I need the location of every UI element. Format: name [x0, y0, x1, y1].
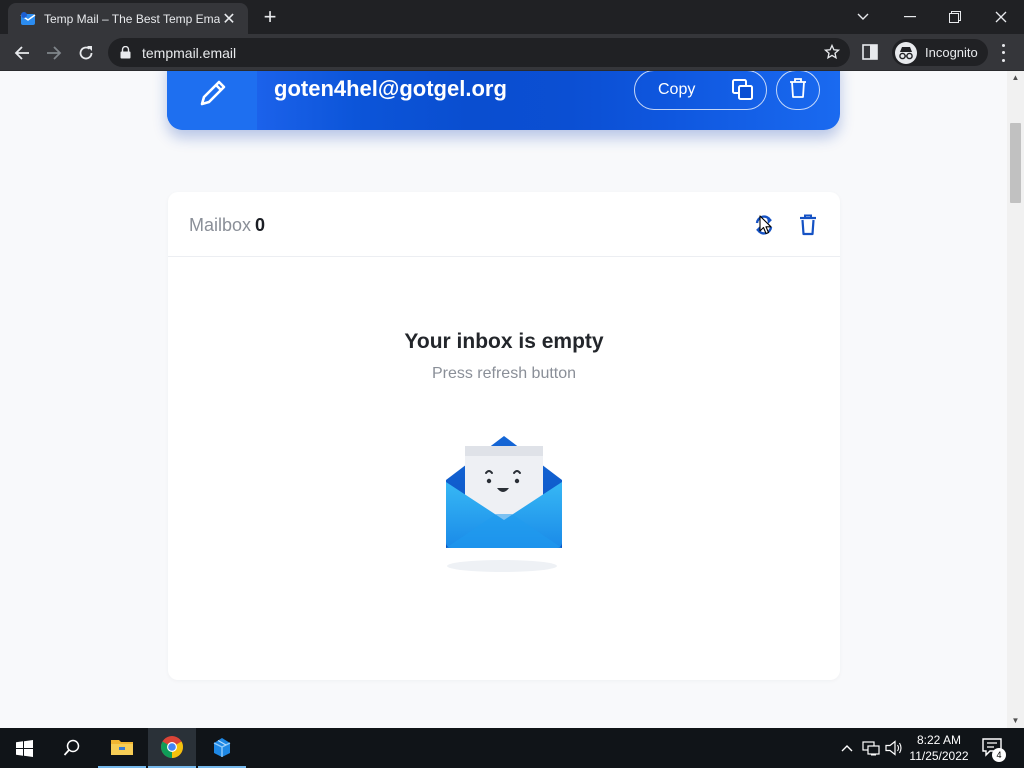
browser-tab-bar: Temp Mail – The Best Temp Email ✕ + [0, 0, 1024, 34]
page-viewport: goten4hel@gotgel.org Copy Mailbox 0 Your… [0, 71, 1007, 728]
tempmail-favicon-icon [20, 11, 36, 27]
mailbox-title: Mailbox 0 [189, 215, 265, 236]
delete-email-button[interactable] [776, 71, 820, 110]
network-icon[interactable] [860, 728, 882, 768]
browser-menu-icon[interactable] [994, 42, 1012, 64]
reload-icon[interactable] [72, 39, 100, 67]
bookmark-star-icon[interactable] [823, 43, 841, 65]
mouse-cursor-icon [759, 215, 773, 235]
edit-pencil-icon[interactable] [195, 75, 231, 111]
mailbox-header: Mailbox 0 [168, 192, 840, 257]
restore-icon[interactable] [932, 0, 978, 34]
empty-inbox-subtitle: Press refresh button [431, 365, 577, 382]
delete-all-trash-icon[interactable] [798, 214, 818, 236]
copy-button-label: Copy [658, 81, 696, 98]
incognito-indicator[interactable]: Incognito [892, 39, 988, 66]
file-explorer-icon[interactable] [98, 728, 146, 768]
email-address-bar: goten4hel@gotgel.org Copy [167, 71, 840, 130]
chrome-taskbar-icon[interactable] [148, 728, 196, 768]
close-window-icon[interactable] [978, 0, 1024, 34]
app-taskbar-icon[interactable] [198, 728, 246, 768]
forward-arrow-icon[interactable] [40, 39, 68, 67]
clock-time: 8:22 AM [916, 733, 962, 747]
mailbox-label: Mailbox [189, 215, 252, 235]
empty-envelope-illustration-icon [436, 428, 572, 578]
mailbox-panel: Mailbox 0 Your inbox is empty Press refr… [168, 192, 840, 680]
incognito-icon [895, 41, 917, 64]
scrollbar-thumb[interactable] [1010, 123, 1021, 203]
temp-email-address[interactable]: goten4hel@gotgel.org [274, 76, 507, 102]
scroll-up-arrow-icon[interactable]: ▲ [1007, 71, 1024, 85]
browser-toolbar: tempmail.email Incognito [0, 34, 1024, 71]
side-panel-icon[interactable] [862, 44, 880, 62]
copy-button[interactable]: Copy [634, 71, 767, 110]
notification-count-badge: 4 [992, 748, 1006, 762]
incognito-label: Incognito [925, 45, 978, 60]
page-scrollbar[interactable]: ▲ ▼ [1007, 71, 1024, 728]
search-icon[interactable] [48, 728, 96, 768]
back-arrow-icon[interactable] [8, 39, 36, 67]
url-text: tempmail.email [142, 44, 237, 61]
browser-tab[interactable]: Temp Mail – The Best Temp Email ✕ [8, 3, 248, 34]
lock-icon[interactable] [120, 46, 132, 60]
mailbox-count: 0 [255, 215, 266, 235]
minimize-icon[interactable] [887, 0, 933, 34]
tab-title: Temp Mail – The Best Temp Email [44, 11, 220, 26]
copy-icon [731, 78, 755, 102]
new-tab-icon[interactable]: + [258, 6, 282, 30]
empty-inbox-title: Your inbox is empty [404, 330, 604, 353]
tab-close-icon[interactable]: ✕ [220, 9, 238, 29]
scroll-down-arrow-icon[interactable]: ▼ [1007, 714, 1024, 728]
clock-date: 11/25/2022 [909, 749, 969, 763]
taskbar-clock[interactable]: 8:22 AM 11/25/2022 [905, 732, 973, 764]
windows-start-icon[interactable] [0, 728, 48, 768]
address-bar[interactable]: tempmail.email [108, 38, 850, 67]
tab-search-chevron-icon[interactable] [840, 0, 886, 34]
tray-overflow-chevron-icon[interactable] [838, 728, 856, 768]
windows-taskbar: 8:22 AM 11/25/2022 4 [0, 728, 1024, 768]
trash-icon [788, 77, 808, 104]
volume-icon[interactable] [884, 728, 904, 768]
